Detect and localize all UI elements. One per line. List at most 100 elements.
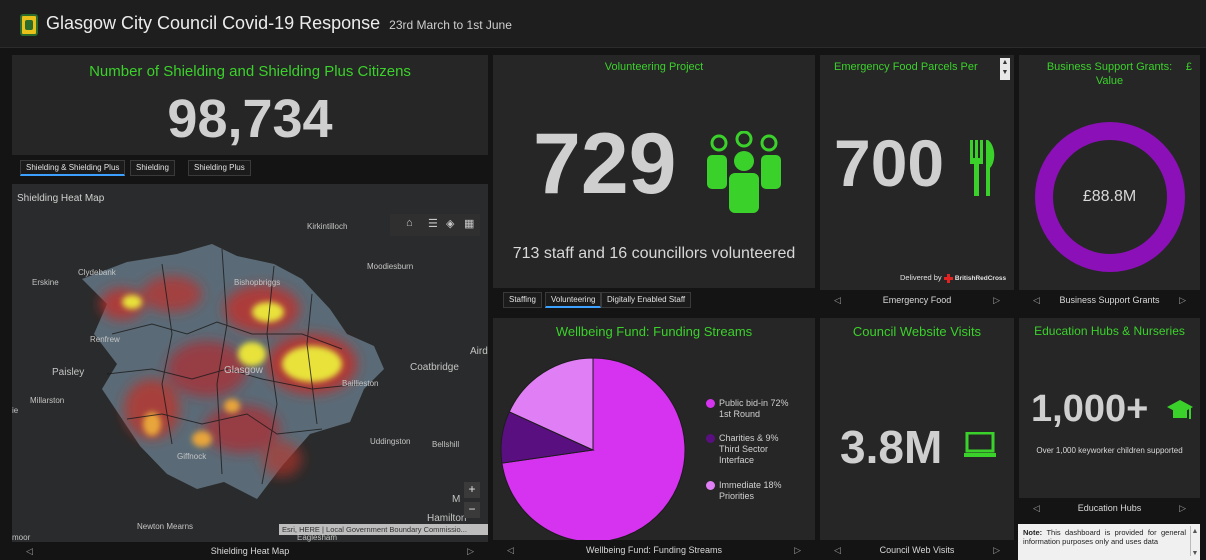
map-label-aird: Aird [470, 346, 488, 357]
education-value: 1,000+ [1031, 388, 1149, 430]
title-text: Glasgow City Council Covid-19 Response [46, 13, 381, 33]
legend-text: Public bid-in 72% [719, 398, 789, 408]
map-label-uddingston: Uddingston [370, 437, 411, 446]
website-footer: ◁ Council Web Visits ▷ [820, 540, 1014, 560]
next-arrow-icon[interactable]: ▷ [467, 542, 474, 560]
map-toolbar: ⌂ ☰ ◈ ▦ [390, 214, 480, 236]
map-label-moodiesburn: Moodiesburn [367, 262, 414, 271]
website-title: Council Website Visits [852, 324, 982, 339]
website-footer-label: Council Web Visits [879, 545, 955, 555]
prev-arrow-icon[interactable]: ◁ [26, 542, 33, 560]
page-title: Glasgow City Council Covid-19 Response 2… [46, 13, 512, 34]
note-scrollbar[interactable]: ▲ ▼ [1190, 526, 1199, 557]
wellbeing-panel: Wellbeing Fund: Funding Streams Public b… [493, 318, 815, 560]
map-attribution: Esri, HERE | Local Government Boundary C… [279, 524, 488, 535]
tab-digitally-enabled-staff[interactable]: Digitally Enabled Staff [601, 292, 692, 308]
map-footer-label: Shielding Heat Map [210, 546, 290, 556]
shielding-value: 98,734 [167, 89, 333, 149]
map-label-clydebank: Clydebank [78, 268, 116, 277]
next-arrow-icon[interactable]: ▷ [1179, 498, 1186, 518]
shielding-heat-map[interactable]: Shielding Heat Map ⌂ ☰ ◈ ▦ Kirkintilloch… [12, 184, 488, 542]
next-arrow-icon[interactable]: ▷ [1179, 290, 1186, 310]
basemap-gallery-icon[interactable]: ▦ [464, 217, 474, 230]
prev-arrow-icon[interactable]: ◁ [1033, 498, 1040, 518]
map-label-erskine: Erskine [32, 278, 59, 287]
wellbeing-footer: ◁ Wellbeing Fund: Funding Streams ▷ [493, 540, 815, 560]
map-label-hamilton: Hamilton [427, 513, 467, 524]
map-label-paisley: Paisley [52, 367, 85, 378]
volunteering-value: 729 [533, 116, 677, 212]
map-label-millarston: Millarston [30, 396, 65, 405]
list-icon[interactable]: ☰ [428, 217, 438, 230]
shielding-tabs: Shielding & Shielding Plus Shielding Shi… [12, 155, 488, 180]
legend-text: Priorities [719, 491, 755, 501]
volunteering-title: Volunteering Project [604, 61, 704, 73]
tab-shielding[interactable]: Shielding [130, 160, 175, 176]
map-label-baillieston: Baillieston [342, 379, 379, 388]
grants-title: Business Support Grants: [1046, 61, 1173, 73]
volunteering-caption: 713 staff and 16 councillors volunteered [512, 245, 796, 262]
delivered-by-row: Delivered by BritishRedCross [900, 273, 1006, 283]
map-label-bellshill: Bellshill [432, 440, 460, 449]
food-title: Emergency Food Parcels Per [834, 61, 978, 73]
education-panel: Education Hubs & Nurseries 1,000+ Over 1… [1019, 318, 1200, 518]
delivered-by-label: Delivered by [900, 273, 942, 282]
map-label-bishopbriggs: Bishopbriggs [234, 278, 281, 287]
volunteering-panel: Volunteering Project 729 713 staff and 1… [493, 55, 815, 310]
zoom-out-button[interactable]: − [464, 502, 480, 518]
home-icon[interactable]: ⌂ [406, 217, 413, 229]
note-text: This dashboard is provided for general i… [1023, 528, 1186, 546]
legend-text: Charities & 9% [719, 433, 779, 443]
legend-item-charities: Charities & 9% Third Sector Interface [706, 433, 779, 466]
legend-swatch [706, 434, 715, 443]
partner-name: BritishRedCross [954, 275, 1007, 282]
shielding-title: Number of Shielding and Shielding Plus C… [89, 63, 411, 80]
fork-knife-icon [970, 140, 995, 196]
funding-streams-pie-chart [500, 357, 686, 543]
disclaimer-note: Note: This dashboard is provided for gen… [1018, 524, 1200, 560]
map-label-moor: moor [12, 533, 31, 542]
zoom-in-button[interactable]: + [464, 482, 480, 498]
scroll-arrows-icon[interactable]: ▲ ▼ [1000, 58, 1010, 80]
wellbeing-footer-label: Wellbeing Fund: Funding Streams [586, 545, 722, 555]
legend-item-public-bid-in: Public bid-in 72% 1st Round [706, 398, 789, 420]
food-value: 700 [834, 126, 945, 200]
next-arrow-icon[interactable]: ▷ [993, 290, 1000, 310]
prev-arrow-icon[interactable]: ◁ [507, 540, 514, 560]
next-arrow-icon[interactable]: ▷ [794, 540, 801, 560]
people-group-icon [707, 131, 781, 213]
red-cross-logo-icon [943, 273, 953, 283]
website-value: 3.8M [840, 421, 943, 473]
education-caption: Over 1,000 keyworker children supported [1036, 446, 1183, 455]
food-footer-label: Emergency Food [882, 295, 952, 305]
education-footer-label: Education Hubs [1077, 503, 1142, 513]
grants-panel: Business Support Grants: £ Value £88.8M … [1019, 55, 1200, 310]
education-title: Education Hubs & Nurseries [1034, 324, 1185, 338]
tab-staffing[interactable]: Staffing [503, 292, 542, 308]
tab-shielding-plus[interactable]: Shielding Plus [188, 160, 251, 176]
prev-arrow-icon[interactable]: ◁ [834, 540, 841, 560]
grants-footer: ◁ Business Support Grants ▷ [1019, 290, 1200, 310]
map-footer: ◁ Shielding Heat Map ▷ [12, 542, 488, 560]
food-panel: Emergency Food Parcels Per ▲ ▼ 700 Delive… [820, 55, 1014, 310]
prev-arrow-icon[interactable]: ◁ [1033, 290, 1040, 310]
map-label-coatbridge: Coatbridge [410, 362, 459, 373]
map-label-giffnock: Giffnock [177, 452, 207, 461]
layers-icon[interactable]: ◈ [446, 217, 454, 230]
prev-arrow-icon[interactable]: ◁ [834, 290, 841, 310]
legend-swatch [706, 481, 715, 490]
next-arrow-icon[interactable]: ▷ [993, 540, 1000, 560]
map-label-renfrew: Renfrew [90, 335, 120, 344]
tab-shielding-and-plus[interactable]: Shielding & Shielding Plus [20, 160, 126, 176]
shielding-panel: Number of Shielding and Shielding Plus C… [12, 55, 488, 180]
tab-volunteering[interactable]: Volunteering [545, 292, 602, 308]
grants-currency: £ [1185, 61, 1192, 73]
grants-title-line2: Value [1095, 75, 1124, 87]
laptop-icon [964, 432, 996, 457]
legend-item-immediate: Immediate 18% Priorities [706, 480, 782, 502]
council-crest-icon [20, 14, 38, 36]
note-label: Note: [1023, 528, 1043, 537]
education-footer: ◁ Education Hubs ▷ [1019, 498, 1200, 518]
legend-text: 1st Round [719, 409, 761, 419]
legend-text: Interface [719, 455, 755, 465]
